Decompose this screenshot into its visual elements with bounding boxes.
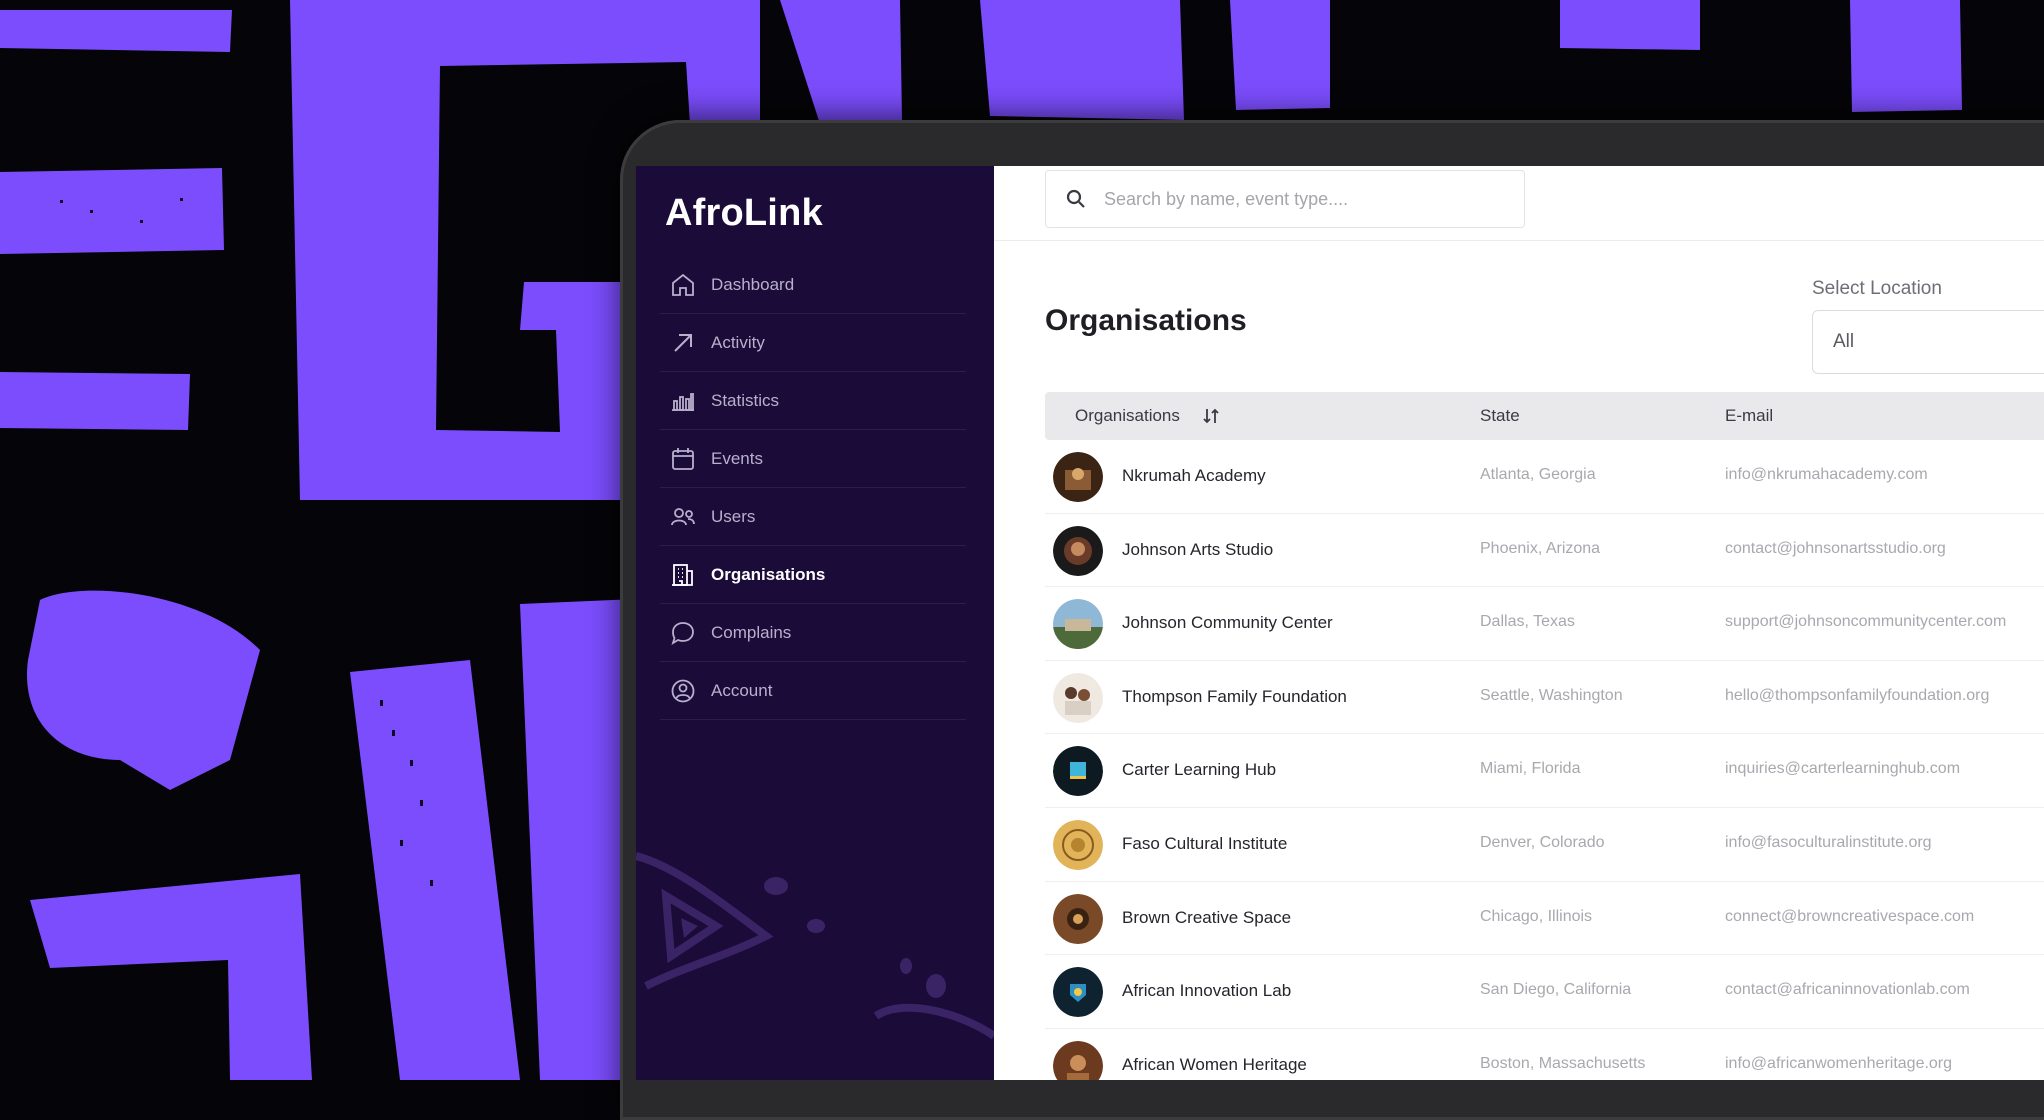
sidebar-item-label: Dashboard [711, 274, 795, 294]
org-state: Phoenix, Arizona [1480, 539, 1601, 557]
sidebar-item-events[interactable]: Events [660, 430, 966, 488]
chat-bubble-icon [668, 618, 698, 648]
sidebar-decoration [636, 852, 994, 1040]
org-email: info@nkrumahacademy.com [1725, 466, 1928, 483]
org-email: inquiries@carterlearninghub.com [1725, 760, 1961, 778]
sidebar-nav: Dashboard Activity Statistics Events Use… [660, 256, 966, 720]
org-email: hello@thompsonfamilyfoundation.org [1725, 686, 1990, 704]
org-state: San Diego, California [1480, 981, 1632, 999]
top-bar [994, 166, 2044, 241]
org-email: support@johnsoncommunitycenter.com [1725, 613, 2007, 631]
table-row[interactable]: Brown Creative Space Chicago, Illinois c… [1045, 882, 2044, 956]
table-header: Organisations State E-mail [1045, 392, 2044, 440]
sidebar-item-label: Activity [711, 332, 765, 352]
organisations-table: Nkrumah Academy Atlanta, Georgia info@nk… [1045, 440, 2044, 1080]
org-state: Boston, Massachusetts [1480, 1054, 1646, 1072]
search-icon [1066, 189, 1085, 208]
org-state: Denver, Colorado [1480, 833, 1605, 851]
org-name: Carter Learning Hub [1122, 760, 1277, 780]
table-row[interactable]: African Innovation Lab San Diego, Califo… [1045, 955, 2044, 1029]
org-state: Seattle, Washington [1480, 686, 1623, 704]
calendar-icon [668, 444, 698, 474]
table-row[interactable]: Carter Learning Hub Miami, Florida inqui… [1045, 734, 2044, 808]
building-icon [668, 560, 698, 590]
search-box[interactable] [1045, 170, 1525, 228]
sidebar-item-users[interactable]: Users [660, 488, 966, 546]
table-row[interactable]: African Women Heritage Boston, Massachus… [1045, 1029, 2044, 1080]
avatar [1053, 893, 1103, 944]
org-name: Faso Cultural Institute [1122, 833, 1288, 853]
arrow-up-right-icon [668, 328, 698, 358]
location-select-value: All [1833, 331, 1855, 352]
org-state: Chicago, Illinois [1480, 907, 1593, 925]
sidebar-item-organisations[interactable]: Organisations [660, 546, 966, 604]
avatar [1053, 967, 1103, 1018]
org-email: info@fasoculturalinstitute.org [1725, 833, 1932, 851]
table-row[interactable]: Johnson Arts Studio Phoenix, Arizona con… [1045, 514, 2044, 588]
org-name: Thompson Family Foundation [1122, 686, 1347, 706]
avatar [1053, 599, 1103, 650]
sidebar-item-activity[interactable]: Activity [660, 314, 966, 372]
sidebar-item-label: Events [711, 448, 763, 468]
org-state: Dallas, Texas [1480, 613, 1575, 631]
org-email: contact@johnsonartsstudio.org [1725, 539, 1946, 557]
column-header-state: State [1480, 406, 1520, 425]
table-row[interactable]: Johnson Community Center Dallas, Texas s… [1045, 587, 2044, 661]
home-icon [668, 270, 698, 300]
avatar [1053, 746, 1103, 797]
org-name: Johnson Community Center [1122, 613, 1333, 633]
sort-icon[interactable] [1202, 407, 1220, 425]
sidebar-item-dashboard[interactable]: Dashboard [660, 256, 966, 314]
app-logo: AfroLink [665, 192, 823, 234]
table-row[interactable]: Thompson Family Foundation Seattle, Wash… [1045, 661, 2044, 735]
org-email: contact@africaninnovationlab.com [1725, 981, 1970, 999]
org-name: Johnson Arts Studio [1122, 539, 1274, 559]
org-name: African Women Heritage [1122, 1054, 1307, 1074]
sidebar-item-account[interactable]: Account [660, 662, 966, 720]
location-select[interactable]: All [1812, 310, 2044, 374]
column-header-organisations[interactable]: Organisations [1075, 392, 1220, 440]
sidebar-item-label: Users [711, 506, 756, 526]
sidebar-item-complains[interactable]: Complains [660, 604, 966, 662]
sidebar-item-label: Account [711, 680, 773, 700]
page-title: Organisations [1045, 304, 1247, 337]
org-name: African Innovation Lab [1122, 981, 1292, 1001]
sidebar-item-statistics[interactable]: Statistics [660, 372, 966, 430]
sidebar-item-label: Statistics [711, 390, 780, 410]
avatar [1053, 1040, 1103, 1080]
avatar [1053, 452, 1103, 502]
user-circle-icon [668, 676, 698, 706]
org-email: connect@browncreativespace.com [1725, 907, 1975, 925]
sidebar: AfroLink Dashboard Activity Statistics E… [636, 166, 994, 1080]
org-email: info@africanwomenheritage.org [1725, 1054, 1953, 1072]
avatar [1053, 819, 1103, 870]
column-header-email: E-mail [1725, 406, 1774, 425]
org-name: Nkrumah Academy [1122, 466, 1266, 485]
org-state: Miami, Florida [1480, 760, 1581, 778]
org-name: Brown Creative Space [1122, 907, 1292, 927]
avatar [1053, 525, 1103, 576]
sidebar-item-label: Organisations [711, 564, 826, 584]
avatar [1053, 672, 1103, 723]
app-screen: AfroLink Dashboard Activity Statistics E… [636, 166, 2044, 1080]
sidebar-item-label: Complains [711, 622, 792, 642]
location-label: Select Location [1812, 278, 1942, 299]
table-row[interactable]: Nkrumah Academy Atlanta, Georgia info@nk… [1045, 440, 2044, 514]
search-input[interactable] [1102, 187, 1506, 211]
bar-chart-icon [668, 386, 698, 416]
users-icon [668, 502, 698, 532]
table-row[interactable]: Faso Cultural Institute Denver, Colorado… [1045, 808, 2044, 882]
org-state: Atlanta, Georgia [1480, 466, 1596, 483]
